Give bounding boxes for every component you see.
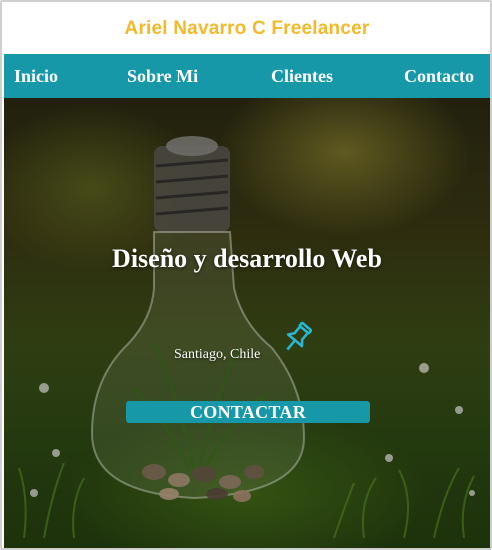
hero-section: Diseño y desarrollo Web Santiago, Chile … [4,98,490,548]
nav-item-inicio[interactable]: Inicio [14,54,58,98]
hero-headline: Diseño y desarrollo Web [112,244,382,273]
pushpin-icon [279,320,315,356]
site-header: Ariel Navarro C Freelancer [4,4,490,54]
location-text: Santiago, Chile [174,347,261,362]
nav-item-contacto[interactable]: Contacto [404,54,474,98]
site-title: Ariel Navarro C Freelancer [124,18,370,39]
page-frame: Ariel Navarro C Freelancer Inicio Sobre … [0,0,492,550]
hero-background-image [4,98,490,548]
contactar-button[interactable]: CONTACTAR [126,401,370,423]
nav-item-sobre-mi[interactable]: Sobre Mi [127,54,198,98]
nav-item-clientes[interactable]: Clientes [271,54,333,98]
main-nav: Inicio Sobre Mi Clientes Contacto [4,54,490,98]
